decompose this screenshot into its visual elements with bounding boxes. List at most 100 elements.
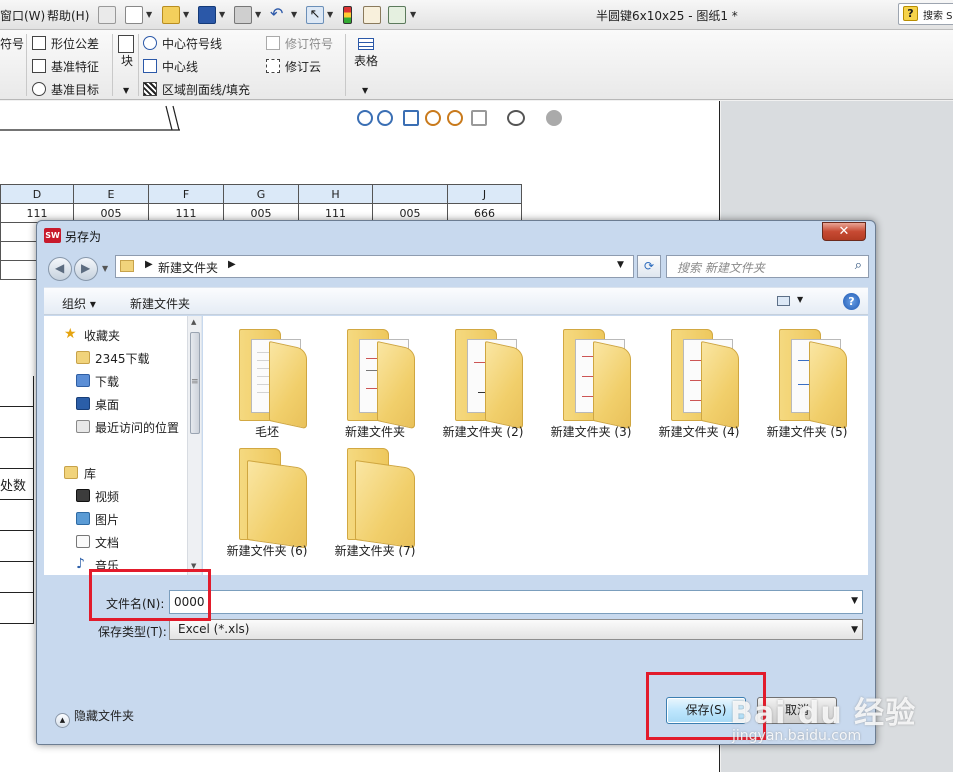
display-style-icon[interactable] (471, 110, 487, 126)
table-icon[interactable] (358, 38, 374, 50)
nav-item-recent-places[interactable]: 最近访问的位置 (44, 416, 187, 438)
file-type-value: Excel (*.xls) (178, 622, 250, 636)
folder-item[interactable]: 新建文件夹 (4) (645, 323, 753, 441)
chevron-down-icon[interactable]: ▼ (851, 625, 858, 635)
folder-item[interactable]: 新建文件夹 (6) (213, 442, 321, 560)
address-dropdown-icon[interactable]: ▼ (617, 260, 624, 270)
traffic-light-icon[interactable] (343, 6, 352, 24)
watermark-brand: Bai du 经验 (730, 696, 917, 731)
folder-name: 新建文件夹 (5) (766, 425, 848, 439)
ribbon-revision-symbol[interactable]: 修订符号 (266, 35, 333, 52)
download-folder-icon (76, 374, 90, 387)
chevron-down-icon[interactable]: ▼ (362, 86, 368, 95)
print-icon[interactable] (234, 6, 252, 24)
nav-pane-scrollbar[interactable]: ▲ ≡ ▼ (187, 316, 201, 575)
scroll-up-icon[interactable]: ▲ (191, 318, 196, 326)
help-button[interactable]: ? (843, 293, 860, 310)
folder-item[interactable]: 毛坯 (213, 323, 321, 441)
chevron-up-icon: ▲ (55, 713, 70, 728)
nav-item-downloads[interactable]: 下载 (44, 370, 187, 392)
ribbon-datum-feature[interactable]: 基准特征 (32, 58, 99, 75)
folder-name: 新建文件夹 (344, 425, 405, 439)
ribbon-revision-cloud[interactable]: 修订云 (266, 58, 321, 75)
nav-library[interactable]: 库 (44, 462, 187, 484)
table-header-row: D E F G H J (0, 184, 522, 204)
ribbon-symbol[interactable]: 符号 (0, 35, 24, 52)
folder-item[interactable]: 新建文件夹 (2) (429, 323, 537, 441)
options-icon[interactable] (388, 6, 406, 24)
chevron-down-icon[interactable]: ▼ (327, 10, 333, 19)
rebuild-icon[interactable] (425, 110, 441, 126)
nav-item-desktop[interactable]: 桌面 (44, 393, 187, 415)
open-folder-icon[interactable] (162, 6, 180, 24)
file-name-input[interactable]: 0000 ▼ (169, 590, 863, 614)
ribbon-centerline[interactable]: 中心线 (143, 58, 198, 75)
chevron-down-icon[interactable]: ▼ (183, 10, 189, 19)
navigation-pane: ★ 收藏夹 2345下载 下载 桌面 最近访问的位置 库 视频 图片 文档 ♪ … (44, 316, 202, 575)
app-search-placeholder: 搜索 S (923, 11, 953, 22)
back-button[interactable]: ◀ (48, 257, 72, 281)
folder-item[interactable]: 新建文件夹 (3) (537, 323, 645, 441)
folder-name: 新建文件夹 (3) (550, 425, 632, 439)
chevron-down-icon[interactable]: ▼ (255, 10, 261, 19)
folder-item[interactable]: 新建文件夹 (5) (753, 323, 861, 441)
dialog-title: 另存为 (65, 230, 102, 244)
chevron-down-icon[interactable]: ▼ (123, 86, 129, 95)
chevron-right-icon[interactable]: ▶ (228, 259, 236, 270)
ribbon-center-mark[interactable]: 中心符号线 (143, 35, 222, 52)
close-button[interactable]: ✕ (822, 222, 866, 241)
zoom-area-icon[interactable] (377, 110, 393, 126)
recent-places-icon (76, 420, 90, 433)
menu-window[interactable]: 窗口(W) (0, 7, 45, 24)
chevron-down-icon[interactable]: ▼ (146, 10, 152, 19)
block-icon[interactable] (118, 35, 134, 53)
chevron-down-icon[interactable]: ▼ (291, 10, 297, 19)
previous-view-icon[interactable] (403, 110, 419, 126)
breadcrumb-current-folder[interactable]: 新建文件夹 (158, 259, 218, 276)
ribbon-block[interactable]: 块 (121, 52, 133, 69)
ribbon-geo-tolerance[interactable]: 形位公差 (32, 35, 99, 52)
view-settings-icon[interactable] (507, 110, 525, 126)
file-type-select[interactable]: Excel (*.xls) ▼ (169, 619, 863, 640)
refresh-button[interactable]: ⟳ (637, 255, 661, 278)
pin-icon[interactable] (98, 6, 116, 24)
view-orientation-icon[interactable] (447, 110, 463, 126)
nav-item-2345-downloads[interactable]: 2345下载 (44, 347, 187, 369)
video-icon (76, 489, 90, 502)
file-properties-icon[interactable] (363, 6, 381, 24)
ribbon-datum-target[interactable]: 基准目标 (32, 81, 99, 98)
nav-item-documents[interactable]: 文档 (44, 531, 187, 553)
menu-help[interactable]: 帮助(H) (47, 7, 89, 24)
new-doc-icon[interactable] (125, 6, 143, 24)
folder-item[interactable]: 新建文件夹 (321, 323, 429, 441)
hide-folders-button[interactable]: ▲ 隐藏文件夹 (55, 707, 134, 728)
chevron-down-icon[interactable]: ▼ (219, 10, 225, 19)
folder-item[interactable]: 新建文件夹 (7) (321, 442, 429, 560)
organize-button[interactable]: 组织 ▾ (62, 295, 96, 312)
music-icon: ♪ (76, 556, 85, 572)
app-search-box[interactable]: ? 搜索 S (898, 3, 953, 25)
ribbon-area-hatch[interactable]: 区域剖面线/填充 (143, 81, 250, 98)
appearance-icon[interactable] (546, 110, 562, 126)
arrow-left-icon: ◀ (55, 261, 65, 275)
chevron-down-icon[interactable]: ▼ (410, 10, 416, 19)
address-bar[interactable]: ▶ 新建文件夹 ▶ ▼ (115, 255, 634, 278)
nav-favorites[interactable]: ★ 收藏夹 (44, 324, 187, 346)
forward-button[interactable]: ▶ (74, 257, 98, 281)
ribbon-table[interactable]: 表格 (354, 52, 378, 69)
new-folder-button[interactable]: 新建文件夹 (130, 295, 190, 312)
title-block-row (0, 562, 34, 593)
zoom-to-fit-icon[interactable] (357, 110, 373, 126)
change-view-button[interactable]: ▼ (777, 295, 809, 309)
undo-icon[interactable]: ↶ (270, 6, 288, 24)
grip-icon: ≡ (191, 377, 199, 387)
folder-icon (563, 329, 631, 430)
chevron-right-icon[interactable]: ▶ (145, 259, 153, 270)
chevron-down-icon[interactable]: ▼ (851, 596, 858, 606)
nav-item-pictures[interactable]: 图片 (44, 508, 187, 530)
select-arrow-icon[interactable]: ↖ (306, 6, 324, 24)
save-icon[interactable] (198, 6, 216, 24)
folder-search-input[interactable]: 搜索 新建文件夹 ⌕ (666, 255, 869, 278)
nav-item-videos[interactable]: 视频 (44, 485, 187, 507)
recent-locations-dropdown[interactable]: ▼ (102, 264, 108, 273)
